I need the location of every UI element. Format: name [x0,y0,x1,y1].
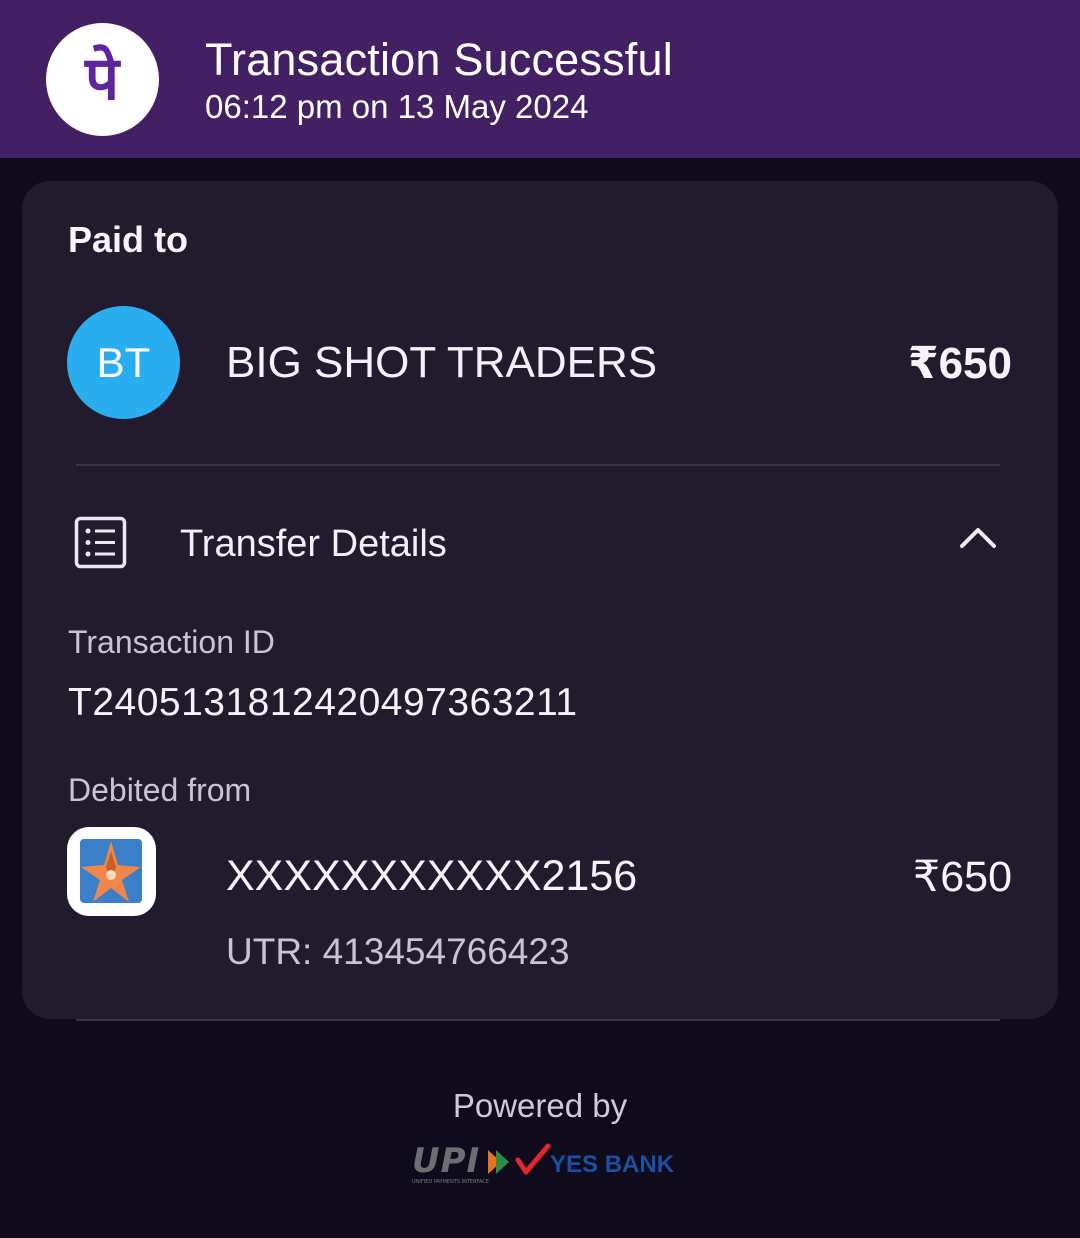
payment-details-card: Paid to BT BIG SHOT TRADERS ₹650 Transfe… [22,181,1058,1019]
debit-amount: ₹650 [912,853,1012,901]
divider [76,1019,1000,1021]
bank-star-icon [67,827,156,916]
svg-text:UNIFIED PAYMENTS INTERFACE: UNIFIED PAYMENTS INTERFACE [412,1179,489,1185]
divider [76,464,1000,466]
payee-avatar: BT [67,306,180,419]
transfer-details-label: Transfer Details [180,523,447,565]
debited-from-label: Debited from [68,772,252,808]
phonepe-logo-icon: पे [46,23,159,136]
upi-yes-bank-logo: UPI UNIFIED PAYMENTS INTERFACE YES BANK [412,1141,675,1185]
chevron-up-icon[interactable] [958,525,998,551]
powered-by-label: Powered by [452,1087,628,1124]
utr-number: UTR: 413454766423 [226,931,570,972]
transaction-timestamp: 06:12 pm on 13 May 2024 [205,88,589,125]
payee-name: BIG SHOT TRADERS [226,338,658,387]
svg-text:UPI: UPI [412,1141,480,1181]
debit-account-number: XXXXXXXXXXX2156 [226,852,638,900]
svg-text:पे: पे [84,44,121,114]
receipt-list-icon [74,516,127,569]
transaction-id-value: T2405131812420497363211 [68,681,578,724]
svg-text:YES BANK: YES BANK [550,1151,675,1178]
transaction-header: पे Transaction Successful 06:12 pm on 13… [0,0,1080,158]
paid-to-label: Paid to [68,219,189,260]
transaction-id-label: Transaction ID [68,624,275,660]
payee-amount: ₹650 [907,339,1012,388]
page-title: Transaction Successful [205,34,673,85]
